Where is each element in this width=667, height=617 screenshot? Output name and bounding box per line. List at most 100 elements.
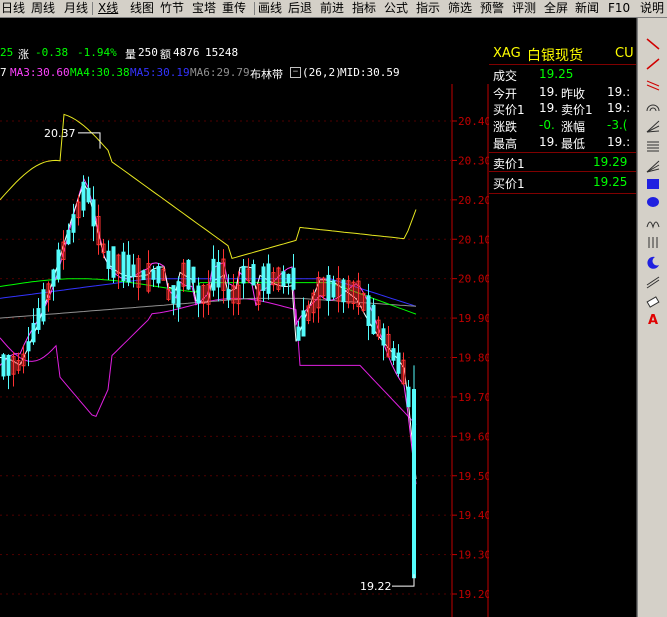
quote-panel: XAG 白银现货 CU 成交 19.25 今开 19. 昨收 19.: 买价1 19. 卖价1 19.:… (489, 45, 636, 617)
buy1-label: 买价1 (493, 177, 525, 191)
candle-body (91, 199, 96, 227)
rect-tool-icon[interactable] (645, 176, 661, 190)
fib-tool-icon[interactable] (645, 138, 661, 152)
candle-body (51, 269, 56, 287)
collapse-icon[interactable]: − (290, 67, 301, 78)
menu-item-19[interactable]: F10 (608, 0, 630, 17)
amount-value: 4876 (173, 46, 200, 59)
menu-item-2[interactable]: 月线 (64, 0, 88, 17)
menu-item-5[interactable]: 竹节 (160, 0, 184, 17)
menu-item-6[interactable]: 宝塔 (192, 0, 216, 17)
y-tick-label: 19.70 (458, 391, 489, 404)
menu-item-11[interactable]: 指标 (352, 0, 376, 17)
quote-divider-2 (489, 152, 636, 153)
quote-value-0: 19.25 (539, 67, 574, 81)
y-tick-label: 20.20 (458, 194, 489, 207)
y-tick-label: 19.30 (458, 549, 489, 562)
cycle-tool-icon[interactable] (645, 214, 661, 229)
menu-item-14[interactable]: 筛选 (448, 0, 472, 17)
quote-value-3: -0. (539, 118, 555, 132)
moving-average-bar: 7 MA3:30.60 MA4:30.38 MA5:30.19 MA6:29.7… (0, 66, 488, 82)
menu-item-4[interactable]: 线图 (130, 0, 154, 17)
candle-body (31, 322, 36, 343)
menu-item-17[interactable]: 全屏 (544, 0, 568, 17)
candle-body (131, 264, 136, 278)
quote-tail: CU (615, 46, 634, 61)
candle-body (251, 264, 256, 286)
menu-item-10[interactable]: 前进 (320, 0, 344, 17)
candle-body (241, 265, 246, 284)
candle-body (191, 266, 196, 283)
menu-item-1[interactable]: 周线 (31, 0, 55, 17)
quote-label2-3: 涨幅 (561, 120, 586, 134)
amount-label: 额 (160, 48, 171, 61)
ma3-label: MA3:30.60 (10, 66, 70, 79)
y-tick-label: 20.40 (458, 115, 489, 128)
candle-body (406, 386, 411, 408)
extra-value: 15248 (205, 46, 239, 59)
candle-body (171, 285, 176, 304)
quote-value-1: 19. (539, 85, 559, 99)
candle-body (301, 310, 306, 337)
bollinger-label[interactable]: 布林带 (250, 66, 283, 82)
menu-item-13[interactable]: 指示 (416, 0, 440, 17)
line-tool-icon[interactable] (645, 36, 661, 50)
menu-item-12[interactable]: 公式 (384, 0, 408, 17)
menu-item-20[interactable]: 说明 (640, 0, 664, 17)
ellipse-tool-icon[interactable] (645, 194, 661, 208)
kline-chart[interactable]: 20.40 20.30 20.20 20.10 20.00 19.90 19.80 19.70… (0, 84, 489, 617)
candle-body (56, 249, 61, 280)
menu-item-0[interactable]: 日线 (1, 0, 25, 17)
candle-body (216, 261, 221, 288)
max-price-label: 20.37 (44, 127, 76, 140)
menu-item-15[interactable]: 预警 (480, 0, 504, 17)
arc-tool-icon[interactable] (645, 98, 661, 112)
quote-label-1: 今开 (493, 87, 518, 101)
candle-body (296, 326, 301, 341)
change-label: 涨 (18, 48, 29, 61)
quote-label2-2: 卖价1 (561, 103, 593, 117)
quote-name: 白银现货 (527, 48, 583, 64)
y-tick-label: 19.20 (458, 588, 489, 601)
quote-label2-4: 最低 (561, 137, 586, 151)
y-tick-label: 19.90 (458, 312, 489, 325)
moon-tool-icon[interactable] (645, 254, 661, 269)
quote-label-4: 最高 (493, 137, 518, 151)
eraser-tool-icon[interactable] (645, 294, 661, 308)
min-price-marker (392, 574, 415, 587)
price-info-bar: 25 涨 -0.38 -1.94% 量 250 额 4876 15248 (0, 46, 488, 62)
quote-value-2: 19. (539, 101, 559, 115)
buy1-value: 19.25 (593, 175, 628, 189)
quote-divider-4 (489, 193, 636, 194)
candle-body (41, 289, 46, 322)
period-tool-icon[interactable] (645, 234, 661, 248)
change-percent: -1.94% (77, 46, 117, 59)
mid-line (0, 181, 417, 480)
menu-item-7[interactable]: 重传 (222, 0, 246, 17)
candle-body (291, 267, 296, 290)
menu-item-18[interactable]: 新闻 (575, 0, 599, 17)
sell1-label: 卖价1 (493, 157, 525, 171)
candle-body (281, 271, 286, 287)
candle-body (341, 279, 346, 303)
candle-body (1, 354, 6, 377)
ma-prefix: 7 (0, 66, 7, 79)
candle-body (371, 304, 376, 335)
menu-bar: 日线 周线 月线 X线 线图 竹节 宝塔 重传 画线 后退 前进 指标 公式 指示 筛选 预警 评测 全屏 新闻 F1… (0, 0, 667, 18)
min-price-label: 19.22 (360, 580, 392, 593)
menu-item-3[interactable]: X线 (98, 0, 118, 17)
parallel-tool-icon[interactable] (645, 76, 661, 91)
channel-tool-icon[interactable] (645, 274, 661, 289)
ray-tool-icon[interactable] (645, 56, 661, 70)
candle-body (36, 308, 41, 330)
price-tail: 25 (0, 46, 14, 59)
candle-body (86, 187, 91, 203)
text-tool-icon[interactable]: A (645, 314, 661, 328)
speed-tool-icon[interactable] (645, 158, 661, 173)
menu-item-9[interactable]: 后退 (288, 0, 312, 17)
menu-item-8[interactable]: 画线 (258, 0, 282, 17)
fan-tool-icon[interactable] (645, 118, 661, 133)
candle-body (331, 280, 336, 298)
quote-value2-2: 19.: (607, 101, 631, 115)
menu-item-16[interactable]: 评测 (512, 0, 536, 17)
